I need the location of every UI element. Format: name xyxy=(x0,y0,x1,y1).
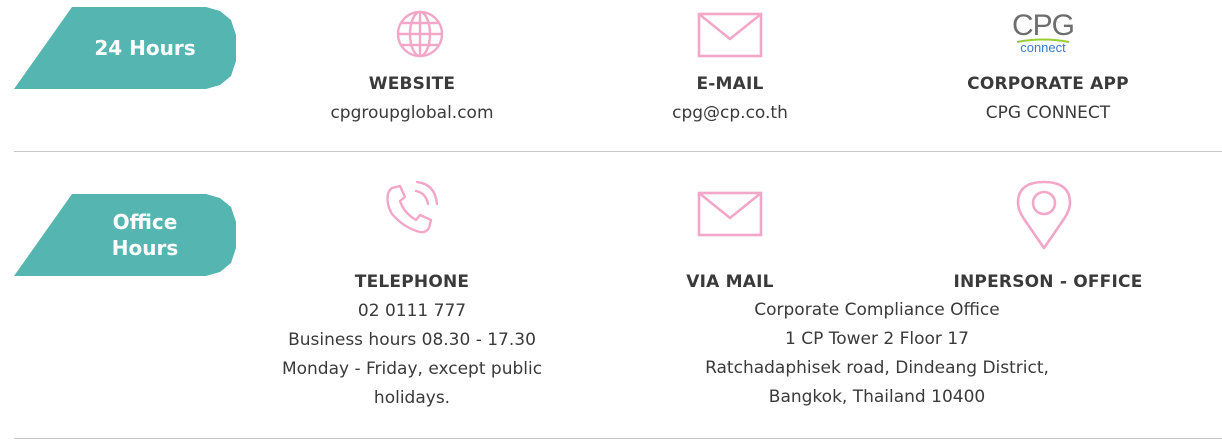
divider-top xyxy=(14,151,1222,152)
website-link[interactable]: cpgroupglobal.com xyxy=(292,99,532,128)
globe-icon xyxy=(396,10,444,58)
tag-office-hours: Office Hours xyxy=(14,194,236,276)
business-days: Monday - Friday, except public xyxy=(281,359,543,379)
email-title: E-MAIL xyxy=(696,74,764,94)
website-title: WEBSITE xyxy=(368,74,456,94)
mail-icon xyxy=(697,12,763,58)
address-line-1: Corporate Compliance Office xyxy=(754,300,1000,320)
app-name[interactable]: CPG CONNECT xyxy=(928,99,1168,128)
email-link[interactable]: cpg@cp.co.th xyxy=(610,99,850,128)
address-line-3: Ratchadaphisek road, Dindeang District, xyxy=(705,358,1049,378)
phone-icon xyxy=(386,180,439,234)
inperson-block: INPERSON - OFFICE xyxy=(928,268,1168,297)
inperson-title: INPERSON - OFFICE xyxy=(953,272,1143,292)
app-block: CORPORATE APP CPG CONNECT xyxy=(928,70,1168,128)
address-line-2: 1 CP Tower 2 Floor 17 xyxy=(785,329,969,349)
location-pin-icon xyxy=(1016,180,1072,250)
via-mail-block: VIA MAIL xyxy=(630,268,830,297)
email-block: E-MAIL cpg@cp.co.th xyxy=(610,70,850,128)
office-address: Corporate Compliance Office 1 CP Tower 2… xyxy=(640,296,1114,412)
website-block: WEBSITE cpgroupglobal.com xyxy=(292,70,532,128)
cpg-connect-logo: CPG connect xyxy=(1011,9,1075,55)
business-hours: Business hours 08.30 - 17.30 xyxy=(288,330,536,350)
business-days-cont: holidays. xyxy=(373,388,451,408)
app-title: CORPORATE APP xyxy=(967,74,1129,94)
tag-label: 24 Hours xyxy=(94,36,196,60)
telephone-number[interactable]: 02 0111 777 xyxy=(252,297,572,326)
tag-24-hours: 24 Hours xyxy=(14,7,236,89)
divider-bottom xyxy=(14,438,1222,439)
telephone-title: TELEPHONE xyxy=(354,272,470,292)
tag-label: Office Hours xyxy=(111,210,179,260)
telephone-block: TELEPHONE 02 0111 777 Business hours 08.… xyxy=(252,268,572,413)
address-line-4: Bangkok, Thailand 10400 xyxy=(768,387,986,407)
mail-icon xyxy=(697,191,763,237)
via-mail-title: VIA MAIL xyxy=(686,272,774,292)
